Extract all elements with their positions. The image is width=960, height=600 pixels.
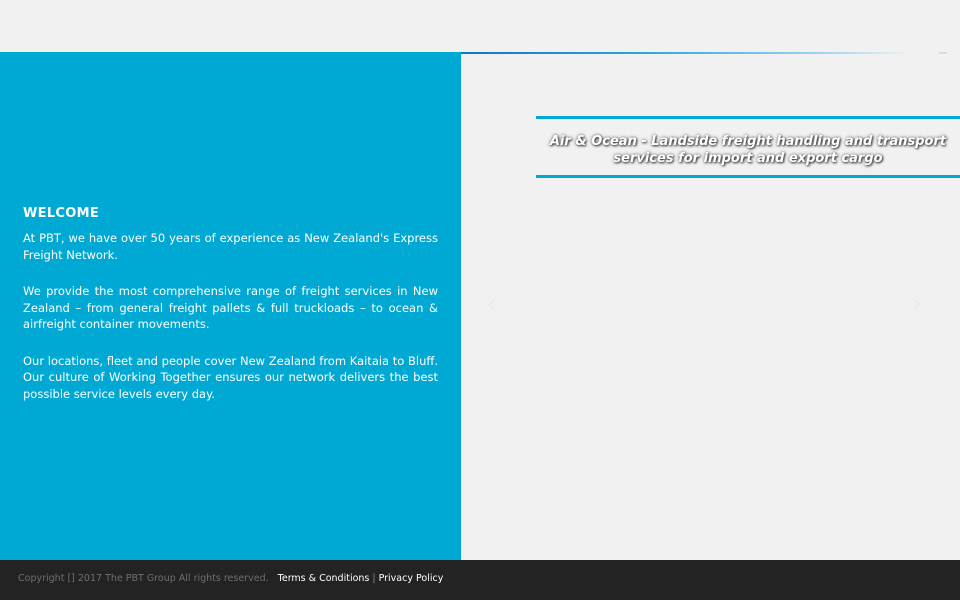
slide-caption-box: Air & Ocean - Landside freight handling … bbox=[536, 116, 960, 178]
slider-prev-arrow-icon[interactable]: ‹ bbox=[487, 292, 496, 317]
welcome-heading: WELCOME bbox=[23, 206, 100, 221]
footer-separator: | bbox=[372, 573, 376, 584]
privacy-link[interactable]: Privacy Policy bbox=[379, 573, 444, 584]
slider-next-arrow-icon[interactable]: › bbox=[913, 292, 922, 317]
slide-caption: Air & Ocean - Landside freight handling … bbox=[549, 134, 947, 166]
footer: Copyright [] 2017 The PBT Group All righ… bbox=[0, 560, 960, 600]
welcome-content: WELCOME At PBT, we have over 50 years of… bbox=[23, 206, 438, 422]
slider-indicator[interactable] bbox=[939, 52, 947, 54]
image-slider[interactable]: Air & Ocean - Landside freight handling … bbox=[461, 52, 960, 560]
welcome-panel: WELCOME At PBT, we have over 50 years of… bbox=[0, 52, 461, 560]
terms-link[interactable]: Terms & Conditions bbox=[278, 573, 370, 584]
welcome-paragraph-experience: At PBT, we have over 50 years of experie… bbox=[23, 231, 438, 262]
slider-progress-bar bbox=[461, 52, 911, 54]
copyright-text: Copyright [] 2017 The PBT Group All righ… bbox=[18, 573, 269, 584]
welcome-paragraph-network: Our locations, fleet and people cover Ne… bbox=[23, 353, 438, 401]
top-header-bar bbox=[0, 0, 960, 52]
welcome-paragraph-services: We provide the most comprehensive range … bbox=[23, 284, 438, 331]
footer-content: Copyright [] 2017 The PBT Group All righ… bbox=[18, 573, 443, 584]
